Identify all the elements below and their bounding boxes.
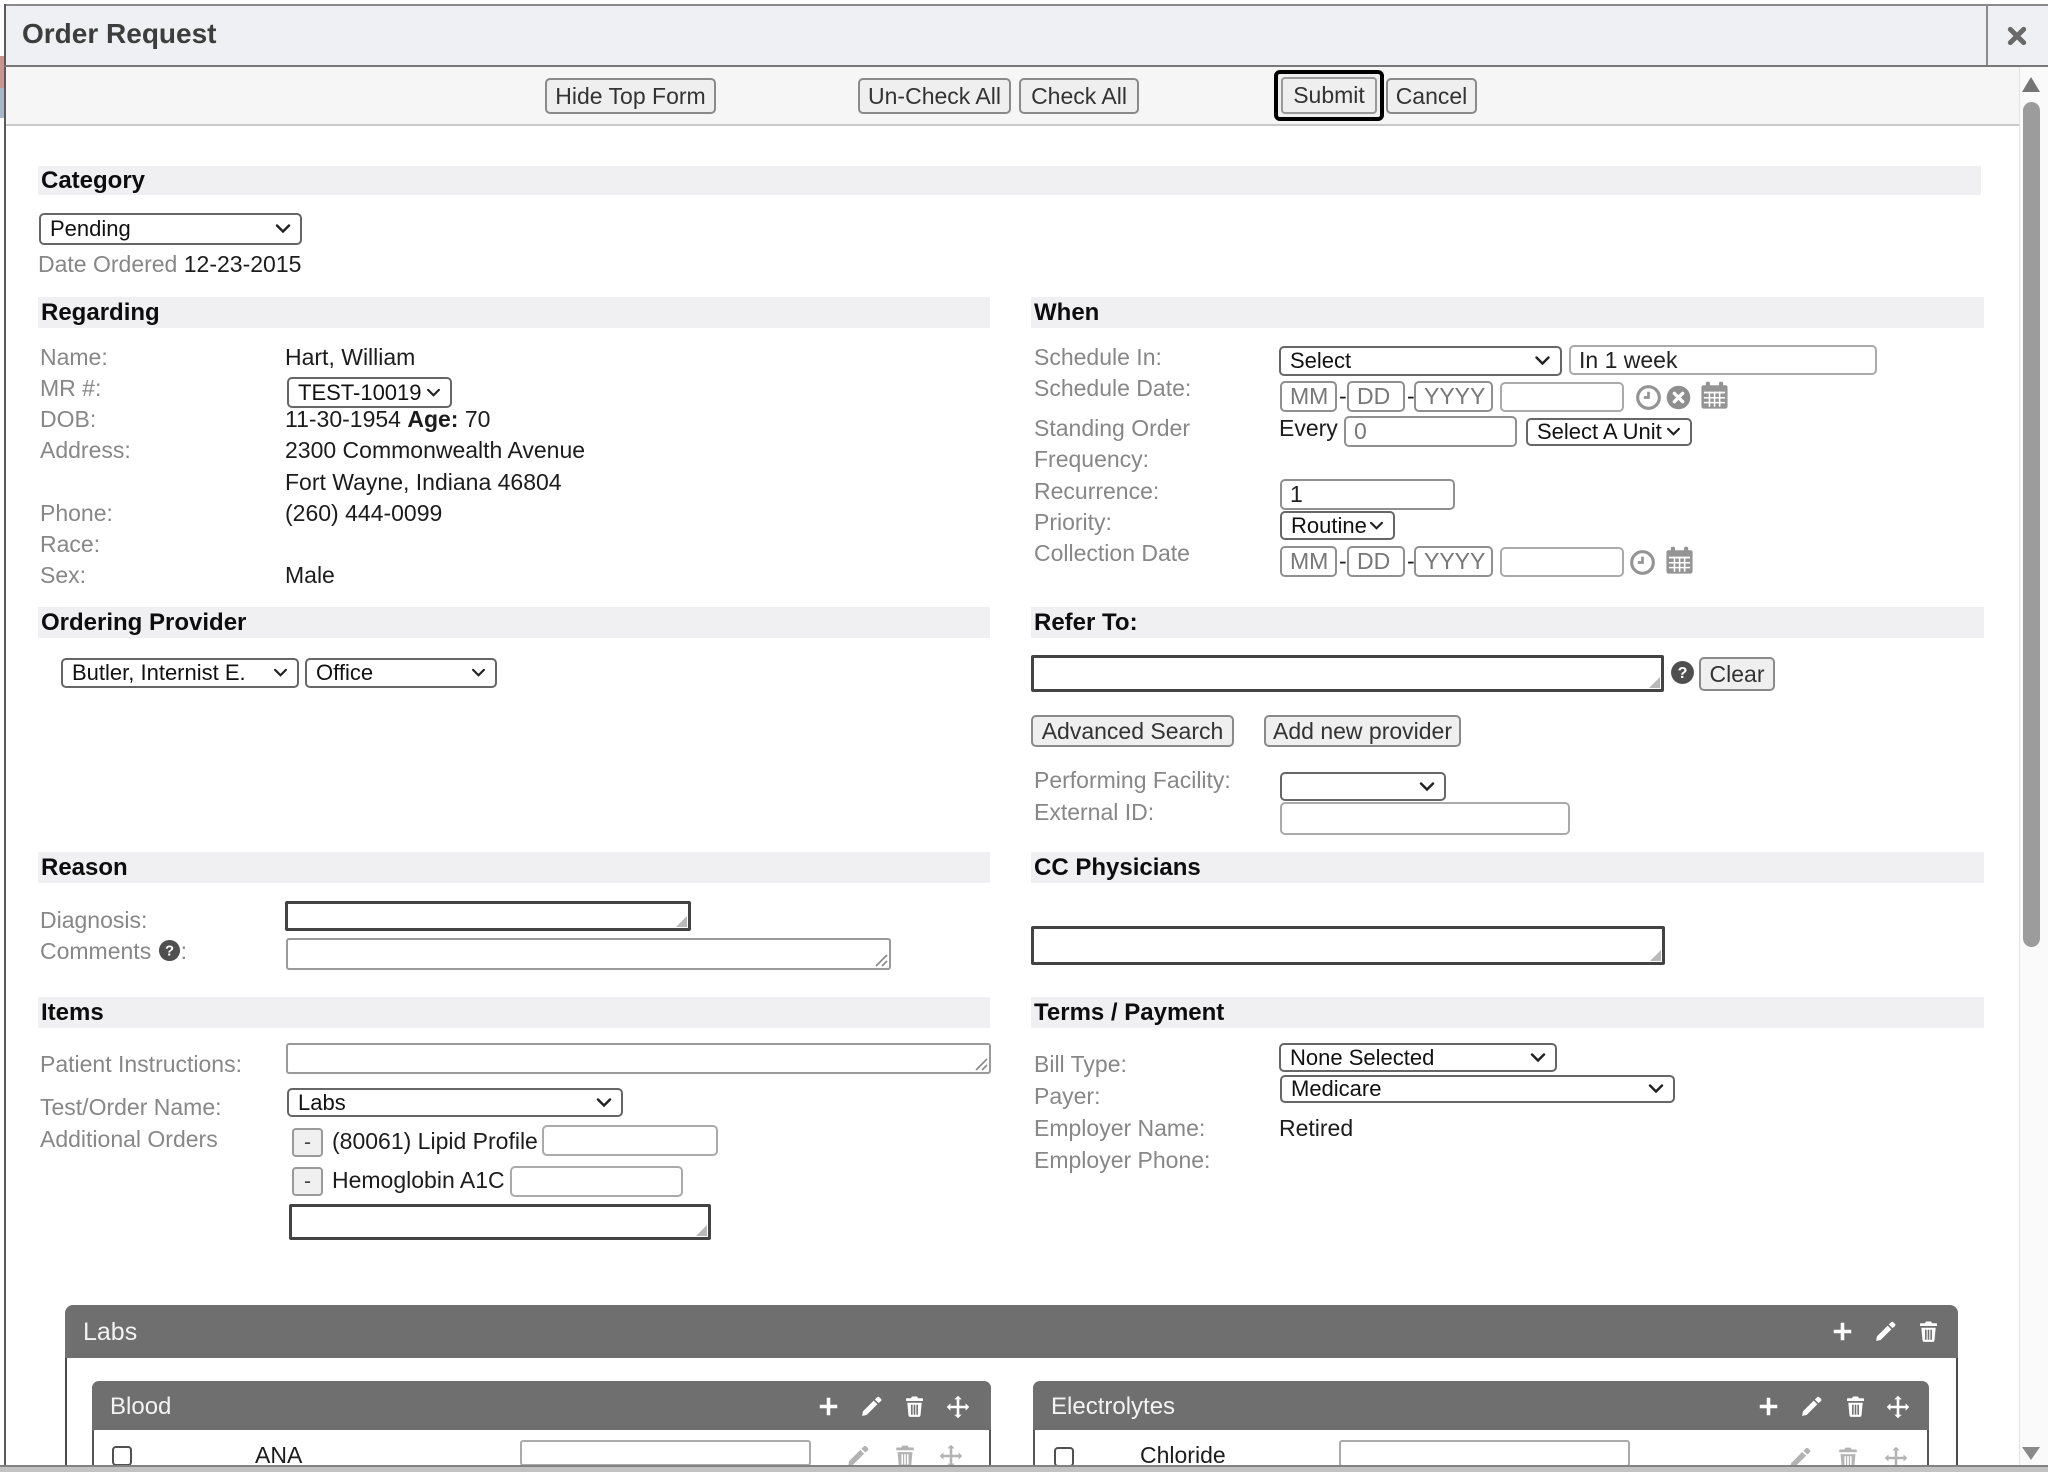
svg-text:?: ? [165,943,174,959]
svg-text:?: ? [1678,664,1688,682]
